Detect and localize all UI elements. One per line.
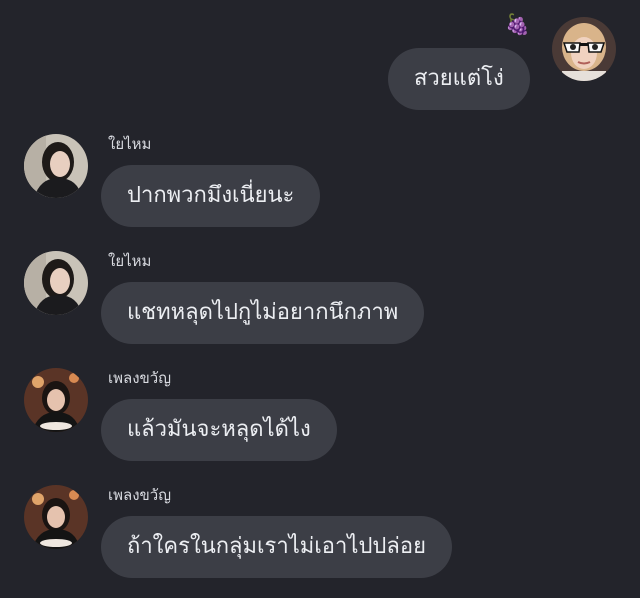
avatar[interactable] xyxy=(552,17,616,81)
message-bubble[interactable]: ปากพวกมึงเนี่ยนะ xyxy=(101,165,321,227)
avatar[interactable] xyxy=(24,368,88,432)
message-bubble[interactable]: แชทหลุดไปกูไม่อยากนึกภาพ xyxy=(101,282,425,344)
sender-name: ใยไหม xyxy=(108,135,152,153)
grape-reaction-icon[interactable]: 🍇 xyxy=(505,12,530,36)
chat-thread: 🍇 สวยแต่โง่ ใยไหม ปากพวกมึงเนี่ยนะ ใยไหม… xyxy=(0,0,640,598)
avatar[interactable] xyxy=(24,134,88,198)
message-bubble[interactable]: ถ้าใครในกลุ่มเราไม่เอาไปปล่อย xyxy=(101,516,452,578)
avatar[interactable] xyxy=(24,251,88,315)
message-bubble[interactable]: สวยแต่โง่ xyxy=(388,48,530,110)
sender-name: ใยไหม xyxy=(108,252,152,270)
sender-name: เพลงขวัญ xyxy=(108,486,171,504)
message-bubble[interactable]: แล้วมันจะหลุดได้ไง xyxy=(101,399,337,461)
sender-name: เพลงขวัญ xyxy=(108,369,171,387)
avatar[interactable] xyxy=(24,485,88,549)
